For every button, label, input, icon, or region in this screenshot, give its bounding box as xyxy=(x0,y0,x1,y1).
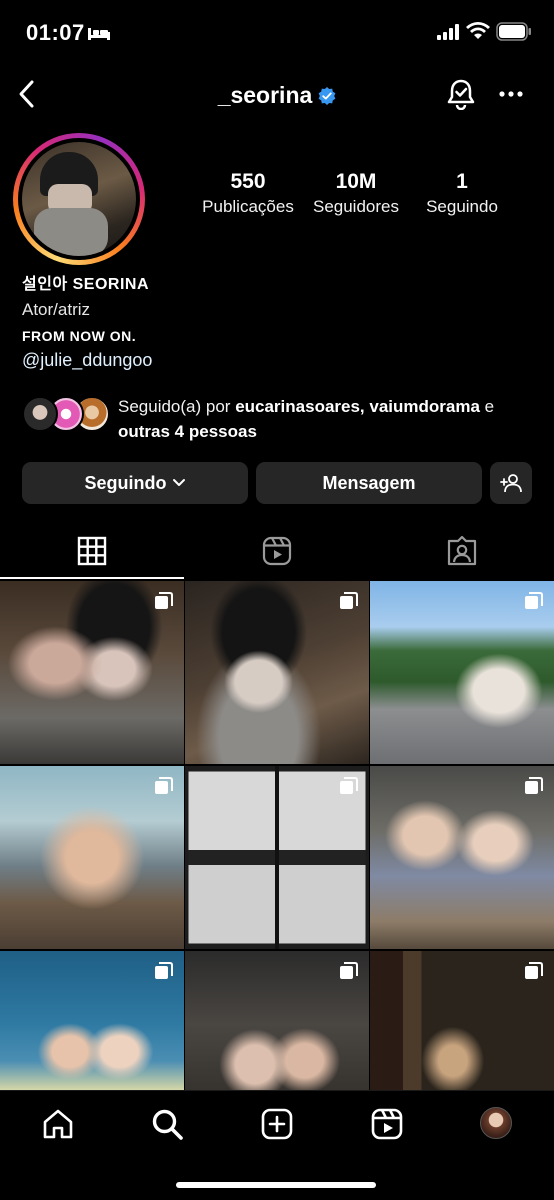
carousel-icon xyxy=(155,962,173,979)
follower-avatar xyxy=(22,396,58,432)
profile-stats: 550 Publicações 10M Seguidores 1 Seguind… xyxy=(190,170,520,230)
bio-mention-link[interactable]: @julie_ddungoo xyxy=(22,350,532,371)
reels-icon[interactable] xyxy=(261,535,293,567)
followed-by-text: Seguido(a) por eucarinasoares, vaiumdora… xyxy=(118,397,495,441)
tagged-icon[interactable] xyxy=(446,535,478,567)
post-thumbnail[interactable] xyxy=(185,766,369,949)
post-thumbnail[interactable] xyxy=(185,581,369,764)
profile-header: _seorina xyxy=(0,70,554,120)
post-thumbnail[interactable] xyxy=(370,766,554,949)
notification-bell-icon[interactable] xyxy=(446,78,476,110)
profile-tabs xyxy=(0,525,554,581)
post-thumbnail[interactable] xyxy=(0,581,184,764)
followed-by-section[interactable]: Seguido(a) por eucarinasoares, vaiumdora… xyxy=(22,392,542,442)
carousel-icon xyxy=(340,962,358,979)
create-post-icon[interactable] xyxy=(260,1107,294,1141)
carousel-icon xyxy=(155,592,173,609)
carousel-icon xyxy=(525,592,543,609)
followers-count[interactable]: 10M Seguidores xyxy=(306,170,406,217)
home-indicator xyxy=(176,1182,376,1188)
add-user-icon xyxy=(500,474,522,493)
search-icon[interactable] xyxy=(150,1107,184,1141)
grid-icon[interactable] xyxy=(76,535,108,567)
username-text: _seorina xyxy=(217,82,313,108)
battery-icon xyxy=(496,22,531,41)
display-name: 설인아 SEORINA xyxy=(22,276,150,293)
post-thumbnail[interactable] xyxy=(0,766,184,949)
verified-badge-icon xyxy=(318,87,336,105)
message-button[interactable]: Mensagem xyxy=(256,462,482,504)
profile-avatar-story-ring[interactable] xyxy=(13,133,145,265)
following-count[interactable]: 1 Seguindo xyxy=(412,170,512,217)
posts-grid xyxy=(0,581,554,1134)
home-icon[interactable] xyxy=(41,1107,75,1141)
status-time: 01:07 xyxy=(26,20,85,45)
post-thumbnail[interactable] xyxy=(370,581,554,764)
sleep-focus-icon xyxy=(88,28,110,40)
posts-count[interactable]: 550 Publicações xyxy=(198,170,298,217)
profile-avatar xyxy=(22,142,136,256)
suggest-people-button[interactable] xyxy=(490,462,532,504)
profile-avatar[interactable] xyxy=(480,1107,512,1139)
bio-text: FROM NOW ON. xyxy=(22,328,137,344)
profile-category: Ator/atriz xyxy=(22,300,91,319)
carousel-icon xyxy=(525,777,543,794)
chevron-down-icon xyxy=(172,479,185,486)
following-button[interactable]: Seguindo xyxy=(22,462,248,504)
carousel-icon xyxy=(525,962,543,979)
cellular-signal-icon xyxy=(437,24,459,40)
status-bar: 01:07 xyxy=(0,0,554,66)
profile-actions: Seguindo Mensagem xyxy=(22,462,532,504)
more-options-icon[interactable] xyxy=(498,84,524,104)
carousel-icon xyxy=(340,777,358,794)
active-tab-indicator xyxy=(0,577,184,579)
profile-bio: 설인아 SEORINA Ator/atriz FROM NOW ON. @jul… xyxy=(22,270,532,371)
wifi-icon xyxy=(466,22,490,39)
carousel-icon xyxy=(155,777,173,794)
carousel-icon xyxy=(340,592,358,609)
reels-icon[interactable] xyxy=(370,1107,404,1141)
